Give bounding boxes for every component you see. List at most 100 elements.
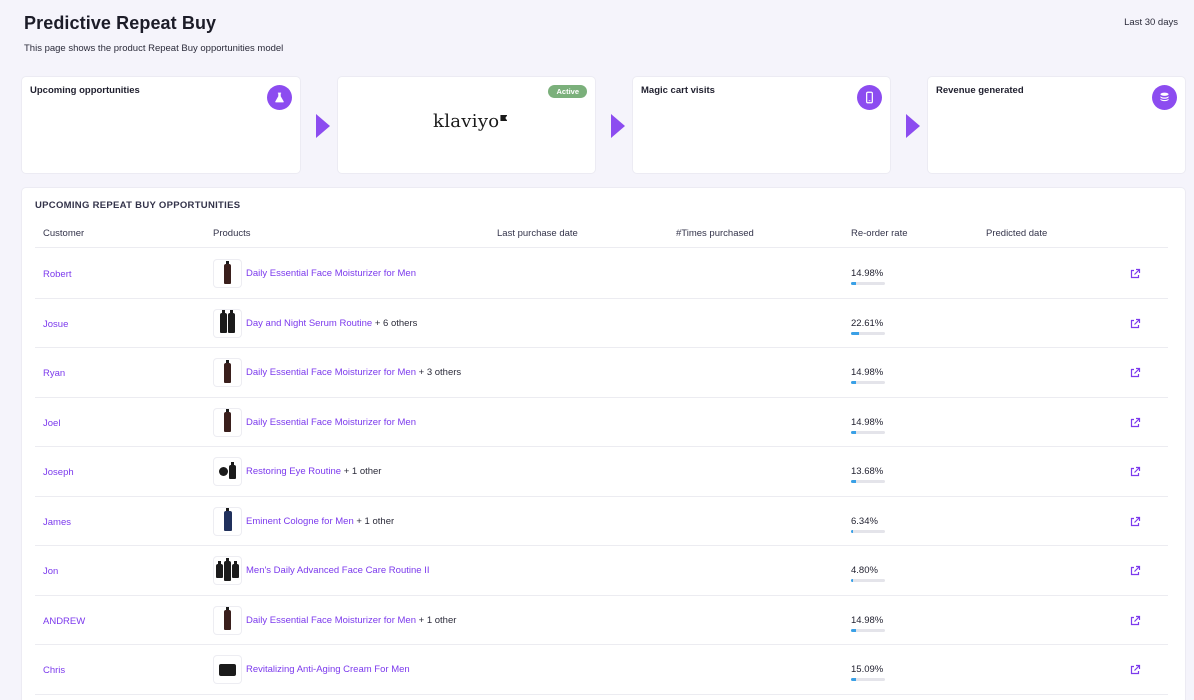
external-link-icon[interactable] <box>1129 466 1141 478</box>
reorder-rate-value: 22.61% <box>851 317 884 329</box>
product-cell: Daily Essential Face Moisturizer for Men <box>246 268 416 279</box>
column-header-times-purchased[interactable]: #Times purchased <box>676 228 754 239</box>
customer-name[interactable]: Joseph <box>43 467 74 478</box>
external-link-icon[interactable] <box>1129 516 1141 528</box>
customer-name[interactable]: Ryan <box>43 368 65 379</box>
column-header-products[interactable]: Products <box>213 228 251 239</box>
product-extra-count: + 1 other <box>343 466 382 477</box>
reorder-rate-bar <box>851 529 885 533</box>
product-thumbnail <box>214 656 241 683</box>
customer-name[interactable]: Chris <box>43 665 65 676</box>
customer-name[interactable]: Robert <box>43 269 72 280</box>
flask-icon <box>267 85 292 110</box>
reorder-rate-fill <box>851 430 857 434</box>
reorder-rate: 14.98% <box>851 615 885 632</box>
product-cell: Daily Essential Face Moisturizer for Men <box>246 417 416 428</box>
reorder-rate-value: 15.09% <box>851 664 884 675</box>
product-cell: Restoring Eye Routine + 1 other <box>246 466 381 477</box>
external-link-icon[interactable] <box>1129 268 1141 280</box>
customer-name[interactable]: Josue <box>43 319 68 330</box>
product-link[interactable]: Daily Essential Face Moisturizer for Men <box>246 417 416 428</box>
product-link[interactable]: Men's Daily Advanced Face Care Routine I… <box>246 565 429 576</box>
table-row: Josue Day and Night Serum Routine + 6 ot… <box>35 299 1168 348</box>
reorder-rate-bar <box>851 480 885 483</box>
external-link-icon[interactable] <box>1129 565 1141 577</box>
magic-cart-visits-card[interactable]: Magic cart visits <box>633 77 890 173</box>
customer-name[interactable]: James <box>43 517 71 528</box>
klaviyo-integration-card[interactable]: Active klaviyo <box>338 77 595 173</box>
table-row: Ryan Daily Essential Face Moisturizer fo… <box>35 348 1168 398</box>
product-link[interactable]: Revitalizing Anti-Aging Cream For Men <box>246 664 410 675</box>
product-extra-count: + 1 other <box>418 614 457 626</box>
page-subtitle: This page shows the product Repeat Buy o… <box>24 43 284 54</box>
table-row: James Eminent Cologne for Men + 1 other … <box>35 497 1168 546</box>
reorder-rate: 13.68% <box>851 466 885 483</box>
external-link-icon[interactable] <box>1129 417 1141 429</box>
external-link-icon[interactable] <box>1129 318 1141 330</box>
customer-name[interactable]: Joel <box>43 418 60 429</box>
table-row: Joel Daily Essential Face Moisturizer fo… <box>35 398 1168 447</box>
product-cell: Men's Daily Advanced Face Care Routine I… <box>246 565 429 576</box>
external-link-icon[interactable] <box>1129 664 1141 676</box>
reorder-rate-fill <box>851 331 859 335</box>
card-title: Magic cart visits <box>641 85 715 96</box>
reorder-rate-value: 14.98% <box>851 268 884 279</box>
product-thumbnail <box>214 359 241 386</box>
column-header-predicted-date[interactable]: Predicted date <box>986 228 1047 239</box>
revenue-generated-card[interactable]: Revenue generated <box>928 77 1185 173</box>
reorder-rate: 14.98% <box>851 417 885 434</box>
column-header-customer[interactable]: Customer <box>43 228 84 239</box>
reorder-rate-bar <box>851 579 885 582</box>
reorder-rate: 14.98% <box>851 367 885 384</box>
status-badge: Active <box>548 85 587 98</box>
product-link[interactable]: Daily Essential Face Moisturizer for Men <box>246 367 416 378</box>
page-title: Predictive Repeat Buy <box>24 13 217 33</box>
reorder-rate-value: 14.98% <box>851 416 884 428</box>
reorder-rate-fill <box>851 529 854 533</box>
reorder-rate-fill <box>851 579 853 582</box>
table-header: Customer Products Last purchase date #Ti… <box>35 228 1168 248</box>
column-header-reorder-rate[interactable]: Re-order rate <box>851 228 908 239</box>
reorder-rate: 4.80% <box>851 565 885 582</box>
column-header-last-purchase[interactable]: Last purchase date <box>497 228 578 239</box>
reorder-rate-bar <box>851 331 885 335</box>
table-row: ANDREW Daily Essential Face Moisturizer … <box>35 596 1168 645</box>
card-title: Revenue generated <box>936 85 1024 96</box>
product-extra-count: + 3 others <box>418 367 462 378</box>
reorder-rate-bar <box>851 282 885 285</box>
reorder-rate: 14.98% <box>851 268 885 285</box>
reorder-rate-bar <box>851 381 885 384</box>
repeat-buy-table-panel: UPCOMING REPEAT BUY OPPORTUNITIES Custom… <box>22 188 1185 700</box>
date-range-selector[interactable]: Last 30 days <box>1124 17 1178 28</box>
table-row: Robert Daily Essential Face Moisturizer … <box>35 249 1168 299</box>
product-link[interactable]: Restoring Eye Routine <box>246 466 341 477</box>
external-link-icon[interactable] <box>1129 615 1141 627</box>
reorder-rate-fill <box>851 381 857 384</box>
product-cell: Daily Essential Face Moisturizer for Men… <box>246 615 456 626</box>
upcoming-opportunities-card[interactable]: Upcoming opportunities <box>22 77 300 173</box>
flow-arrow <box>611 114 625 138</box>
table-row: Joseph Restoring Eye Routine + 1 other 1… <box>35 447 1168 497</box>
product-extra-count: + 1 other <box>356 515 395 527</box>
opportunity-flow: Upcoming opportunities Active klaviyo Ma… <box>22 77 1185 173</box>
product-cell: Eminent Cologne for Men + 1 other <box>246 516 394 527</box>
product-link[interactable]: Daily Essential Face Moisturizer for Men <box>246 615 416 626</box>
flow-arrow <box>316 114 330 138</box>
reorder-rate-fill <box>851 678 857 681</box>
reorder-rate-value: 4.80% <box>851 565 878 576</box>
customer-name[interactable]: ANDREW <box>43 616 85 627</box>
product-cell: Day and Night Serum Routine + 6 others <box>246 318 417 329</box>
flow-arrow <box>906 114 920 138</box>
table-row: Chris Revitalizing Anti-Aging Cream For … <box>35 645 1168 695</box>
reorder-rate-value: 13.68% <box>851 466 884 477</box>
product-thumbnail <box>214 557 241 584</box>
coins-icon <box>1152 85 1177 110</box>
reorder-rate-value: 14.98% <box>851 614 884 626</box>
product-link[interactable]: Daily Essential Face Moisturizer for Men <box>246 268 416 279</box>
external-link-icon[interactable] <box>1129 367 1141 379</box>
klaviyo-logo: klaviyo <box>433 111 508 132</box>
product-link[interactable]: Day and Night Serum Routine <box>246 318 372 329</box>
product-link[interactable]: Eminent Cologne for Men <box>246 516 354 527</box>
customer-name[interactable]: Jon <box>43 566 58 577</box>
reorder-rate-fill <box>851 480 856 483</box>
